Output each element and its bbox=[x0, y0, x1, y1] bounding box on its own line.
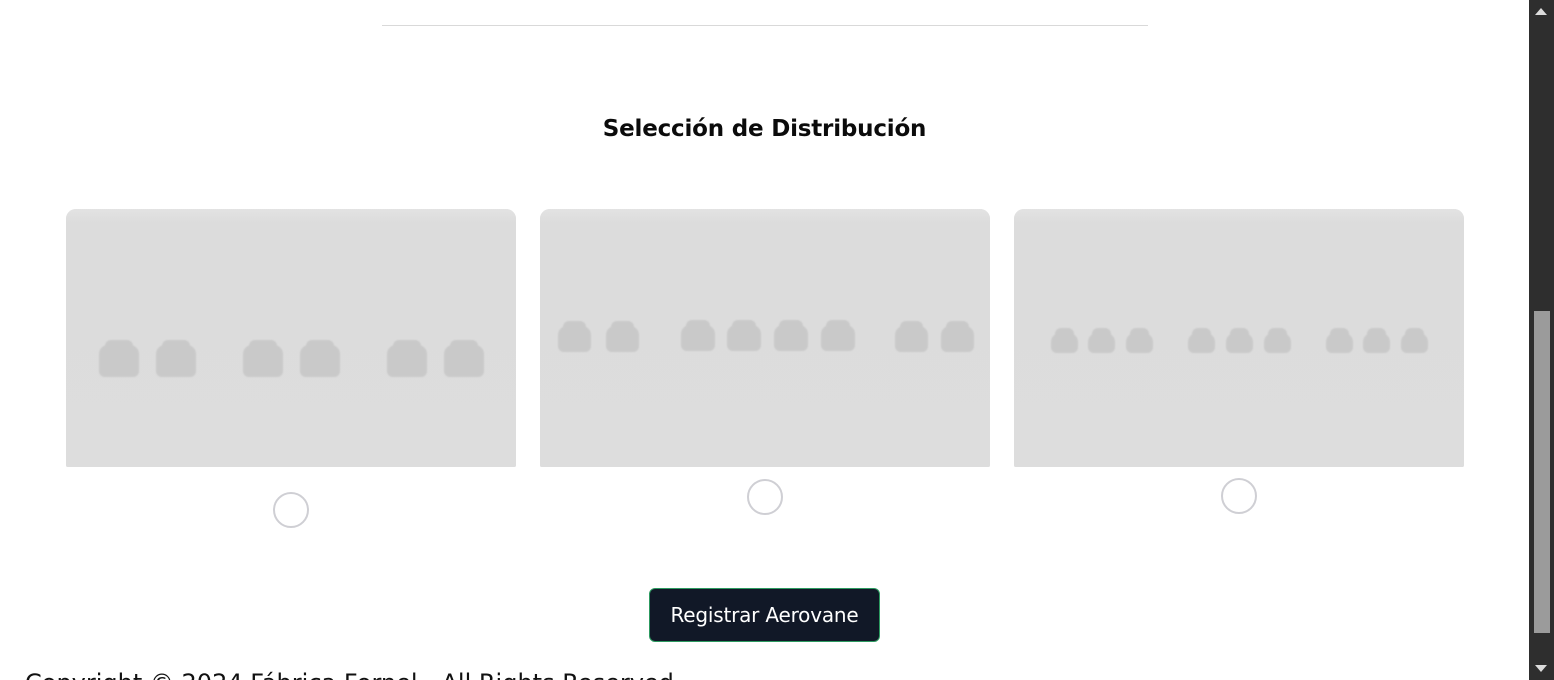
distribution-image-2[interactable] bbox=[540, 209, 990, 467]
distribution-image-1[interactable] bbox=[66, 209, 516, 467]
footer-copyright: Copyright © 2024 Fábrica Fornel - All Ri… bbox=[25, 669, 674, 680]
top-divider bbox=[382, 25, 1148, 26]
seat-layout-image bbox=[66, 209, 516, 467]
distribution-radio-1[interactable] bbox=[273, 492, 309, 528]
seat-layout-image bbox=[1014, 209, 1464, 467]
section-title: Selección de Distribución bbox=[602, 116, 927, 142]
distribution-radio-2[interactable] bbox=[747, 479, 783, 515]
scroll-down-arrow-icon[interactable] bbox=[1535, 665, 1547, 672]
vertical-scrollbar[interactable] bbox=[1529, 0, 1554, 680]
distribution-radio-3[interactable] bbox=[1221, 478, 1257, 514]
scroll-up-arrow-icon[interactable] bbox=[1535, 8, 1547, 15]
seat-layout-image bbox=[540, 209, 990, 467]
distribution-image-3[interactable] bbox=[1014, 209, 1464, 467]
register-aerovane-button[interactable]: Registrar Aerovane bbox=[649, 588, 880, 642]
scroll-thumb[interactable] bbox=[1534, 311, 1550, 633]
